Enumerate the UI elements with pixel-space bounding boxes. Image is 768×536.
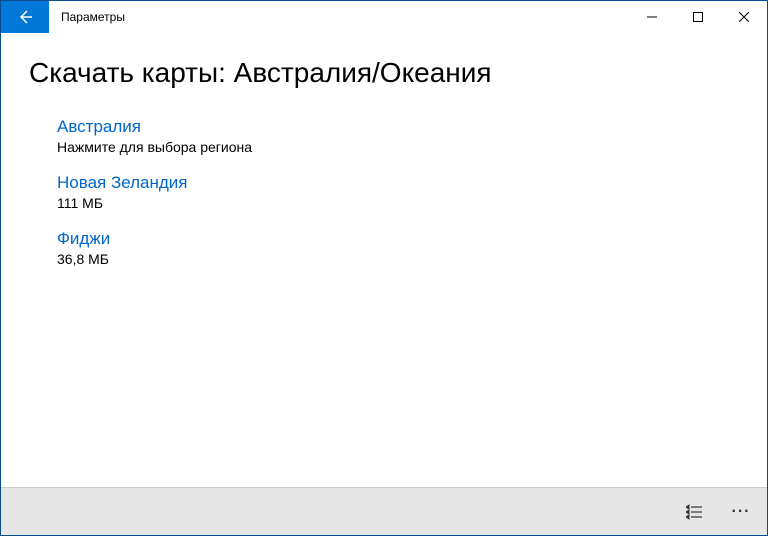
map-subtext: 36,8 МБ [57, 251, 739, 267]
window-title: Параметры [49, 1, 629, 33]
back-button[interactable] [1, 1, 49, 33]
map-list: Австралия Нажмите для выбора региона Нов… [29, 117, 739, 267]
minimize-button[interactable] [629, 1, 675, 33]
map-name: Австралия [57, 117, 739, 137]
maximize-icon [693, 12, 703, 22]
close-icon [739, 12, 749, 22]
map-item-fiji[interactable]: Фиджи 36,8 МБ [57, 229, 739, 267]
minimize-icon [647, 12, 657, 22]
map-name: Новая Зеландия [57, 173, 739, 193]
close-button[interactable] [721, 1, 767, 33]
list-icon [686, 503, 704, 521]
map-name: Фиджи [57, 229, 739, 249]
list-view-button[interactable] [681, 498, 709, 526]
map-subtext: 111 МБ [57, 195, 739, 211]
map-item-new-zealand[interactable]: Новая Зеландия 111 МБ [57, 173, 739, 211]
window-controls [629, 1, 767, 33]
titlebar: Параметры [1, 1, 767, 33]
page-title: Скачать карты: Австралия/Океания [29, 57, 739, 89]
content-area: Скачать карты: Австралия/Океания Австрал… [1, 33, 767, 487]
map-item-australia[interactable]: Австралия Нажмите для выбора региона [57, 117, 739, 155]
arrow-left-icon [17, 9, 33, 25]
ellipsis-icon: ··· [732, 503, 751, 521]
footer-bar: ··· [1, 487, 767, 535]
more-options-button[interactable]: ··· [727, 498, 755, 526]
map-subtext: Нажмите для выбора региона [57, 139, 739, 155]
maximize-button[interactable] [675, 1, 721, 33]
